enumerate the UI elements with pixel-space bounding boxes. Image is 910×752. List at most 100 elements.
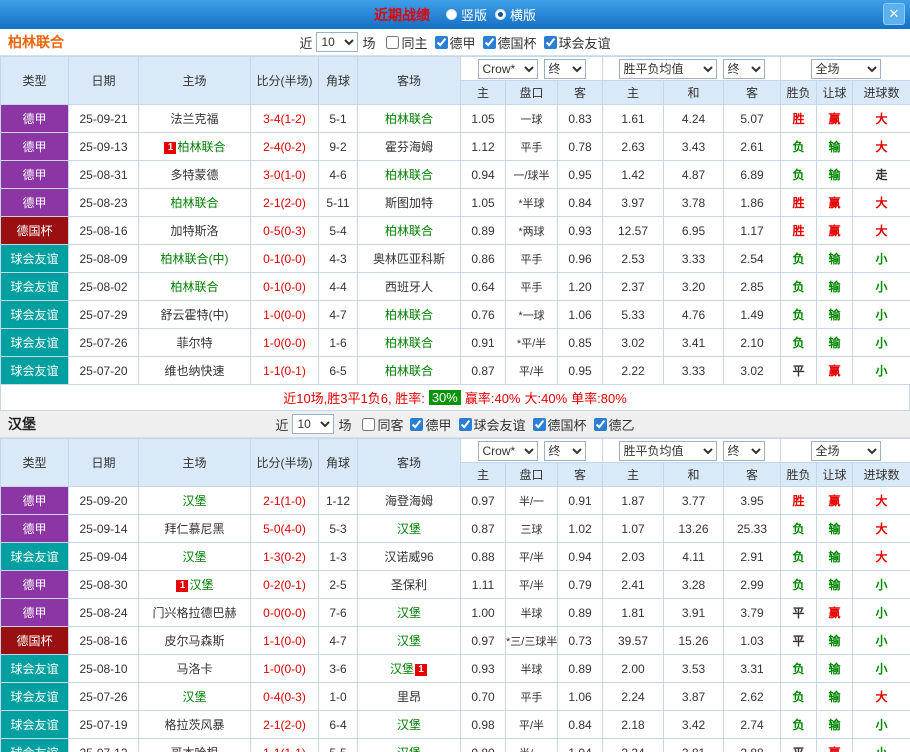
checkbox-input[interactable] (532, 417, 546, 431)
layout-radio-icon[interactable] (445, 9, 457, 20)
team-title[interactable]: 柏林联合 (8, 32, 64, 52)
home-team-name[interactable]: 汉堡 (182, 550, 206, 564)
home-team-name[interactable]: 维也纳快速 (164, 364, 224, 378)
handicap-result-cell: 赢 (816, 486, 854, 515)
bookmaker-select[interactable]: Crow* (477, 58, 538, 79)
scope-select[interactable]: 全场 (810, 58, 881, 79)
away-team-name[interactable]: 圣保利 (391, 578, 427, 592)
avg-home-cell: 2.03 (602, 542, 665, 571)
home-team-name[interactable]: 汉堡 (182, 690, 206, 704)
handicap-result-cell: 输 (816, 514, 854, 543)
home-team-name[interactable]: 皮尔马森斯 (164, 634, 224, 648)
checkbox-input[interactable] (543, 35, 557, 49)
home-team-name[interactable]: 柏林联合 (170, 280, 218, 294)
away-team-name[interactable]: 柏林联合 (385, 224, 433, 238)
match-row: 德甲 25-09-21 法兰克福 3-4(1-2) 5-1 柏林联合 1.05 一球 0.83 1… (0, 104, 910, 133)
handicap-result-cell: 输 (816, 542, 854, 571)
away-team-name[interactable]: 汉堡 (390, 662, 414, 676)
layout-radio-label[interactable]: 竖版 (461, 5, 487, 24)
home-team-name[interactable]: 哥本哈根 (170, 746, 218, 752)
home-team-name[interactable]: 加特斯洛 (170, 224, 218, 238)
checkbox-input[interactable] (458, 417, 472, 431)
match-count-select[interactable]: 10 (292, 414, 335, 434)
away-odds-cell: 1.06 (556, 300, 604, 329)
score-cell: 0-2(0-1) (250, 570, 319, 599)
avg-home-cell: 2.53 (602, 244, 665, 273)
avg-type-select[interactable]: 胜平负均值 (618, 58, 717, 79)
layout-radio-label[interactable]: 横版 (510, 5, 536, 24)
away-team-name[interactable]: 斯图加特 (385, 196, 433, 210)
corner-cell: 5-5 (318, 738, 358, 752)
away-team-name[interactable]: 汉堡 (397, 634, 421, 648)
league-filter-checkbox[interactable]: 德甲 (434, 33, 476, 52)
handicap-cell: *一球 (505, 300, 558, 329)
handicap-result-cell: 赢 (816, 216, 854, 245)
bookmaker-select[interactable]: Crow* (477, 440, 538, 461)
avg-type-select[interactable]: 胜平负均值 (618, 440, 717, 461)
odds-time-select[interactable]: 终 (543, 58, 586, 79)
checkbox-input[interactable] (482, 35, 496, 49)
away-team-name[interactable]: 柏林联合 (385, 364, 433, 378)
home-team-name[interactable]: 汉堡 (182, 494, 206, 508)
away-team-name[interactable]: 西班牙人 (385, 280, 433, 294)
league-type-cell: 球会友谊 (0, 542, 69, 571)
league-filter-checkbox[interactable]: 德国杯 (532, 415, 587, 434)
away-team-name[interactable]: 霍芬海姆 (385, 140, 433, 154)
league-filter-checkbox[interactable]: 德国杯 (482, 33, 537, 52)
away-team-name[interactable]: 柏林联合 (385, 336, 433, 350)
away-team-name[interactable]: 汉堡 (397, 522, 421, 536)
home-team-name[interactable]: 法兰克福 (170, 112, 218, 126)
away-team-name[interactable]: 汉堡 (397, 718, 421, 732)
odds-time-select[interactable]: 终 (543, 440, 586, 461)
team-title[interactable]: 汉堡 (8, 414, 36, 434)
home-team-name[interactable]: 马洛卡 (176, 662, 212, 676)
near-label: 近 (275, 417, 289, 433)
scope-select[interactable]: 全场 (810, 440, 881, 461)
home-team-name[interactable]: 多特蒙德 (170, 168, 218, 182)
avg-time-select[interactable]: 终 (722, 440, 765, 461)
summary-part: 30% (428, 390, 461, 405)
avg-draw-cell: 13.26 (663, 514, 725, 543)
league-filter-checkbox[interactable]: 德甲 (410, 415, 452, 434)
home-team-name[interactable]: 拜仁慕尼黑 (164, 522, 224, 536)
away-team-name[interactable]: 里昂 (397, 690, 421, 704)
away-team-name[interactable]: 汉诺威96 (384, 550, 433, 564)
home-team-name[interactable]: 柏林联合 (177, 140, 225, 154)
close-icon[interactable]: ✕ (883, 3, 905, 25)
league-filter-checkbox[interactable]: 同客 (362, 415, 403, 434)
away-team-name[interactable]: 柏林联合 (385, 168, 433, 182)
away-team-name[interactable]: 海登海姆 (385, 494, 433, 508)
col-type: 类型 (0, 438, 69, 487)
checkbox-input[interactable] (362, 417, 376, 431)
away-team-cell: 柏林联合 (357, 160, 461, 189)
league-filter-checkbox[interactable]: 同主 (386, 33, 428, 52)
home-team-name[interactable]: 舒云霍特(中) (161, 308, 229, 322)
avg-away-cell: 3.79 (723, 598, 782, 627)
away-team-name[interactable]: 汉堡 (397, 746, 421, 752)
checkbox-input[interactable] (593, 417, 607, 431)
away-team-name[interactable]: 柏林联合 (385, 112, 433, 126)
home-team-name[interactable]: 汉堡 (189, 578, 213, 592)
home-team-name[interactable]: 菲尔特 (176, 336, 212, 350)
home-team-name[interactable]: 柏林联合 (170, 196, 218, 210)
home-team-name[interactable]: 柏林联合(中) (161, 252, 229, 266)
home-team-name[interactable]: 格拉茨风暴 (164, 718, 224, 732)
league-filter-checkbox[interactable]: 德乙 (593, 415, 635, 434)
league-filter-checkbox[interactable]: 球会友谊 (458, 415, 526, 434)
away-team-name[interactable]: 柏林联合 (385, 308, 433, 322)
avg-home-cell: 1.81 (602, 598, 665, 627)
away-team-name[interactable]: 奥林匹亚科斯 (373, 252, 445, 266)
checkbox-input[interactable] (386, 35, 400, 49)
match-count-select[interactable]: 10 (316, 32, 359, 52)
home-team-name[interactable]: 门兴格拉德巴赫 (152, 606, 236, 620)
checkbox-input[interactable] (410, 417, 424, 431)
league-filter-checkbox[interactable]: 球会友谊 (543, 33, 611, 52)
away-team-cell: 柏林联合 (357, 328, 461, 357)
checkbox-input[interactable] (434, 35, 448, 49)
avg-time-select[interactable]: 终 (722, 58, 765, 79)
match-date: 25-08-24 (68, 598, 139, 627)
away-team-name[interactable]: 汉堡 (397, 606, 421, 620)
corner-cell: 4-7 (318, 626, 358, 655)
layout-radio-icon[interactable] (495, 9, 506, 20)
away-odds-cell: 0.89 (556, 598, 604, 627)
